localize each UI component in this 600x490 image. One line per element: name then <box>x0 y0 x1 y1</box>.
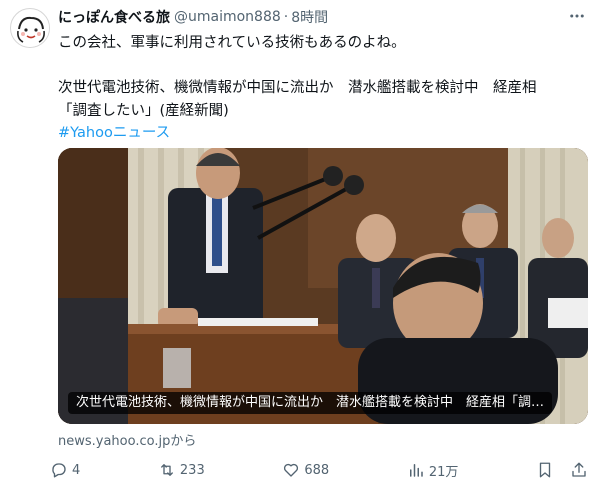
like-button[interactable]: 688 <box>282 461 329 479</box>
bookmark-icon <box>539 462 551 478</box>
more-icon[interactable] <box>566 6 588 26</box>
heart-icon <box>284 463 299 477</box>
card-image <box>58 148 588 424</box>
tweet-text-line: 「調査したい」(産経新聞) <box>58 102 229 119</box>
action-bar: 4 233 688 21万 <box>50 458 588 482</box>
views-button[interactable]: 21万 <box>407 461 459 480</box>
tweet-text-blank <box>58 55 588 78</box>
reply-button[interactable]: 4 <box>50 461 80 479</box>
repost-count: 233 <box>179 462 205 478</box>
link-card[interactable]: 次世代電池技術、機微情報が中国に流出か 潜水艦搭載を検討中 経産相「調… <box>58 148 588 424</box>
card-caption: 次世代電池技術、機微情報が中国に流出か 潜水艦搭載を検討中 経産相「調… <box>68 392 553 414</box>
views-count: 21万 <box>428 464 459 480</box>
repost-button[interactable]: 233 <box>158 461 205 479</box>
separator-dot: · <box>283 9 289 25</box>
bookmark-button[interactable] <box>536 461 554 479</box>
reply-icon <box>52 463 66 478</box>
share-button[interactable] <box>570 461 588 479</box>
tweet-header: にっぽん食べる旅 @umaimon888 · 8時間 <box>58 6 590 28</box>
repost-icon <box>160 464 173 476</box>
user-handle[interactable]: @umaimon888 <box>174 9 281 25</box>
tweet-text: この会社、軍事に利用されている技術もあるのよね。 次世代電池技術、機微情報が中国… <box>58 32 588 145</box>
analytics-icon <box>409 464 423 477</box>
share-icon <box>572 462 586 477</box>
display-name[interactable]: にっぽん食べる旅 <box>58 7 170 27</box>
tweet-text-line: この会社、軍事に利用されている技術もあるのよね。 <box>58 35 406 51</box>
reply-count: 4 <box>72 462 81 478</box>
avatar[interactable] <box>10 8 50 48</box>
tweet-text-line: 次世代電池技術、機微情報が中国に流出か 潜水艦搭載を検討中 経産相 <box>58 80 537 96</box>
tweet[interactable]: にっぽん食べる旅 @umaimon888 · 8時間 この会社、軍事に利用されて… <box>0 0 600 490</box>
hashtag-link[interactable]: #Yahooニュース <box>58 122 588 145</box>
timestamp[interactable]: 8時間 <box>291 7 328 27</box>
like-count: 688 <box>304 462 330 478</box>
card-source[interactable]: news.yahoo.co.jpから <box>58 430 196 449</box>
action-group-right <box>536 461 588 479</box>
